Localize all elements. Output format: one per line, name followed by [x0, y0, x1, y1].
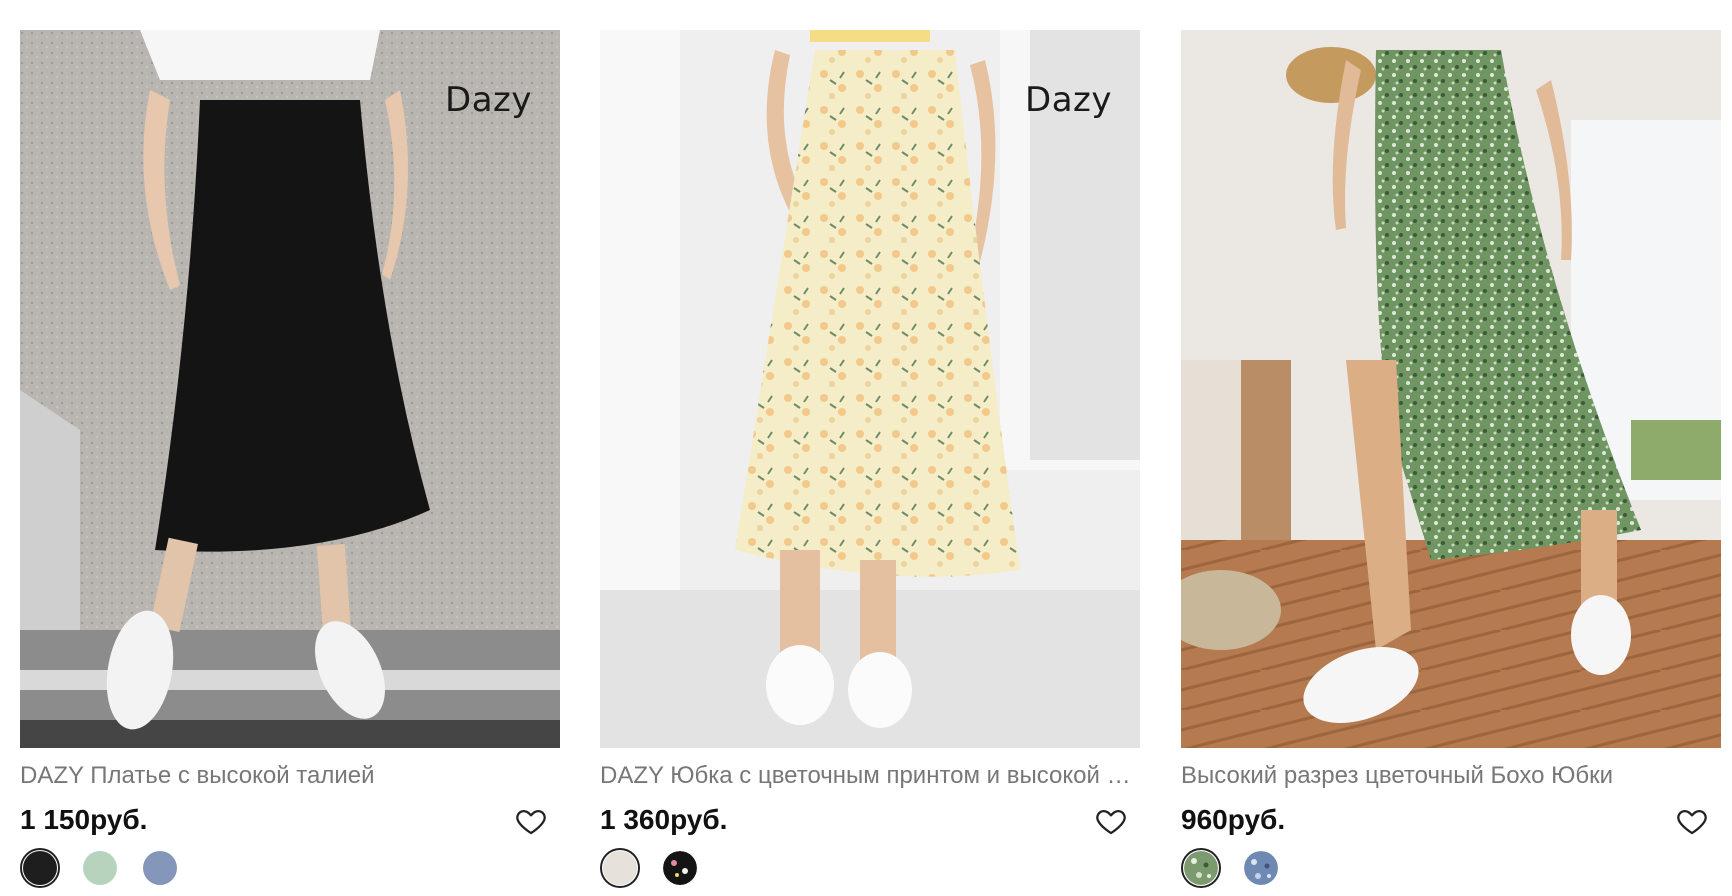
product-image[interactable]: Dazy: [600, 30, 1140, 748]
color-swatch[interactable]: [80, 848, 120, 888]
product-price: 1 150руб.: [20, 804, 148, 835]
product-price: 960руб.: [1181, 804, 1286, 835]
product-title[interactable]: Высокий разрез цветочный Бохо Юбки: [1181, 762, 1717, 790]
product-price: 1 360руб.: [600, 804, 728, 835]
product-grid: Dazy DAZY Платье с высокой талией 1 150р…: [0, 0, 1732, 896]
product-image[interactable]: Dazy: [20, 30, 560, 748]
color-swatch[interactable]: [1181, 848, 1221, 888]
product-card[interactable]: Dazy DAZY Юбка с цветочным принтом и выс…: [600, 0, 1140, 896]
product-card[interactable]: Высокий разрез цветочный Бохо Юбки 960ру…: [1181, 0, 1721, 896]
heart-outline-icon[interactable]: [1094, 804, 1128, 838]
color-swatches: [20, 846, 180, 890]
color-swatch[interactable]: [660, 848, 700, 888]
product-card[interactable]: Dazy DAZY Платье с высокой талией 1 150р…: [20, 0, 560, 896]
color-swatch[interactable]: [20, 848, 60, 888]
heart-outline-icon[interactable]: [1675, 804, 1709, 838]
brand-watermark: Dazy: [1025, 80, 1112, 120]
color-swatches: [1181, 846, 1281, 890]
heart-outline-icon[interactable]: [514, 804, 548, 838]
product-title[interactable]: DAZY Платье с высокой талией: [20, 762, 556, 790]
color-swatches: [600, 846, 700, 890]
product-title[interactable]: DAZY Юбка с цветочным принтом и высокой …: [600, 762, 1136, 790]
color-swatch[interactable]: [1241, 848, 1281, 888]
brand-watermark: Dazy: [445, 80, 532, 120]
color-swatch[interactable]: [140, 848, 180, 888]
color-swatch[interactable]: [600, 848, 640, 888]
product-image[interactable]: [1181, 30, 1721, 748]
